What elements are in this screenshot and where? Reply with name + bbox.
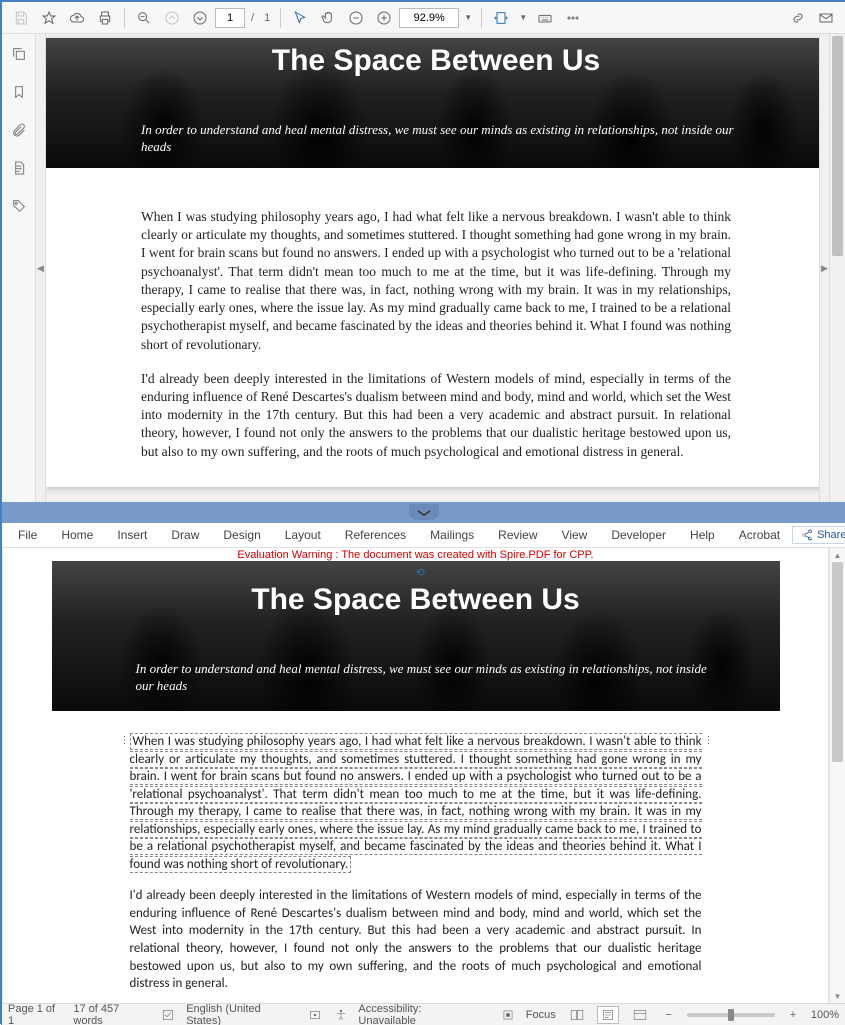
zoom-dropdown-icon[interactable]: ▼ xyxy=(461,13,475,22)
print-icon[interactable] xyxy=(92,5,118,31)
share-button[interactable]: Share xyxy=(792,526,845,544)
status-language[interactable]: English (United States) xyxy=(186,1003,297,1025)
scrollbar-thumb[interactable] xyxy=(832,36,843,256)
paragraph-2: I'd already been deeply interested in th… xyxy=(141,370,731,461)
menu-help[interactable]: Help xyxy=(678,524,727,546)
evaluation-warning: Evaluation Warning : The document was cr… xyxy=(52,548,780,561)
copy-icon[interactable] xyxy=(7,42,31,66)
article-subtitle: In order to understand and heal mental d… xyxy=(141,122,766,156)
page-total: 1 xyxy=(264,12,270,24)
menu-mailings[interactable]: Mailings xyxy=(418,524,486,546)
word-scrollbar[interactable]: ▲ ▼ xyxy=(829,548,845,1003)
status-focus[interactable]: Focus xyxy=(526,1009,556,1021)
link-icon[interactable] xyxy=(785,5,811,31)
hand-tool-icon[interactable] xyxy=(315,5,341,31)
paragraph-1: When I was studying philosophy years ago… xyxy=(141,208,731,354)
menu-acrobat[interactable]: Acrobat xyxy=(727,524,792,546)
view-read-icon[interactable] xyxy=(566,1006,588,1024)
word-paragraph-1[interactable]: When I was studying philosophy years ago… xyxy=(130,733,702,873)
anchor-left-icon: ⋮ xyxy=(120,733,128,741)
status-page[interactable]: Page 1 of 1 xyxy=(8,1003,63,1025)
focus-icon[interactable] xyxy=(500,1007,516,1023)
collapse-right-icon[interactable]: ▶ xyxy=(819,34,829,502)
document-icon[interactable] xyxy=(7,156,31,180)
article-body: When I was studying philosophy years ago… xyxy=(46,168,819,487)
anchor-right-icon: ⋮ xyxy=(704,733,712,741)
word-hero-image: ⟲ The Space Between Us In order to under… xyxy=(52,561,780,711)
zoom-minus-icon[interactable] xyxy=(343,5,369,31)
menu-view[interactable]: View xyxy=(550,524,600,546)
select-tool-icon[interactable] xyxy=(287,5,313,31)
status-zoom[interactable]: 100% xyxy=(811,1009,839,1021)
pane-divider[interactable] xyxy=(2,502,845,523)
star-icon[interactable] xyxy=(36,5,62,31)
attachment-icon[interactable] xyxy=(7,118,31,142)
pdf-toolbar: / 1 92.9% ▼ ▼ xyxy=(2,2,845,34)
word-paragraph-2[interactable]: I'd already been deeply interested in th… xyxy=(130,887,702,992)
pdf-page: The Space Between Us In order to underst… xyxy=(46,38,819,487)
word-article-subtitle: In order to understand and heal mental d… xyxy=(136,661,720,695)
word-page: Evaluation Warning : The document was cr… xyxy=(52,548,780,1003)
bookmark-icon[interactable] xyxy=(7,80,31,104)
page-down-icon[interactable] xyxy=(187,5,213,31)
menu-design[interactable]: Design xyxy=(211,524,272,546)
menu-insert[interactable]: Insert xyxy=(105,524,159,546)
accessibility-icon[interactable] xyxy=(333,1007,349,1023)
word-canvas[interactable]: Evaluation Warning : The document was cr… xyxy=(2,548,829,1003)
macro-icon[interactable] xyxy=(307,1007,323,1023)
zoom-level[interactable]: 92.9% xyxy=(399,8,459,28)
save-icon xyxy=(8,5,34,31)
pdf-viewer-pane: / 1 92.9% ▼ ▼ ◀ The Space Between Us xyxy=(2,2,845,502)
word-article-body[interactable]: ⋮ ⋮ When I was studying philosophy years… xyxy=(52,711,780,1003)
chevron-down-icon xyxy=(415,508,433,518)
page-up-icon xyxy=(159,5,185,31)
word-scrollbar-thumb[interactable] xyxy=(832,562,843,762)
menu-file[interactable]: File xyxy=(6,524,49,546)
menu-references[interactable]: References xyxy=(333,524,418,546)
article-title: The Space Between Us xyxy=(46,44,819,78)
mail-icon[interactable] xyxy=(813,5,839,31)
menu-review[interactable]: Review xyxy=(486,524,549,546)
zoom-slider[interactable] xyxy=(687,1013,776,1017)
pdf-side-panel xyxy=(2,34,36,502)
more-icon[interactable] xyxy=(560,5,586,31)
zoom-out-icon[interactable] xyxy=(131,5,157,31)
share-label: Share xyxy=(817,529,845,541)
share-icon xyxy=(801,529,813,541)
menu-draw[interactable]: Draw xyxy=(159,524,211,546)
zoom-plus-icon[interactable] xyxy=(371,5,397,31)
pdf-scrollbar[interactable] xyxy=(829,34,845,502)
view-print-icon[interactable] xyxy=(597,1006,619,1024)
view-web-icon[interactable] xyxy=(629,1006,651,1024)
scroll-down-icon[interactable]: ▼ xyxy=(830,989,845,1003)
word-status-bar: Page 1 of 1 17 of 457 words English (Uni… xyxy=(2,1003,845,1025)
tag-icon[interactable] xyxy=(7,194,31,218)
fit-width-icon[interactable] xyxy=(488,5,514,31)
fit-dropdown-icon[interactable]: ▼ xyxy=(516,13,530,22)
scroll-up-icon[interactable]: ▲ xyxy=(830,548,845,562)
menu-home[interactable]: Home xyxy=(49,524,105,546)
page-number-input[interactable] xyxy=(215,8,245,28)
spellcheck-icon[interactable] xyxy=(160,1007,176,1023)
menu-developer[interactable]: Developer xyxy=(599,524,678,546)
keyboard-icon[interactable] xyxy=(532,5,558,31)
zoom-in-button[interactable]: + xyxy=(785,1009,801,1021)
zoom-out-button[interactable]: − xyxy=(661,1009,677,1021)
collapse-left-icon[interactable]: ◀ xyxy=(36,34,46,502)
status-accessibility[interactable]: Accessibility: Unavailable xyxy=(358,1003,480,1025)
cursor-indicator-icon: ⟲ xyxy=(416,566,425,579)
hero-image: The Space Between Us In order to underst… xyxy=(46,38,819,168)
word-menu-bar: File Home Insert Draw Design Layout Refe… xyxy=(2,523,845,548)
page-sep: / xyxy=(251,12,254,24)
pdf-canvas[interactable]: The Space Between Us In order to underst… xyxy=(46,34,819,502)
word-editor-pane: File Home Insert Draw Design Layout Refe… xyxy=(2,523,845,1025)
menu-layout[interactable]: Layout xyxy=(273,524,333,546)
selected-text[interactable]: When I was studying philosophy years ago… xyxy=(130,733,702,873)
cloud-upload-icon[interactable] xyxy=(64,5,90,31)
status-words[interactable]: 17 of 457 words xyxy=(73,1003,150,1025)
word-article-title: The Space Between Us xyxy=(52,583,780,617)
